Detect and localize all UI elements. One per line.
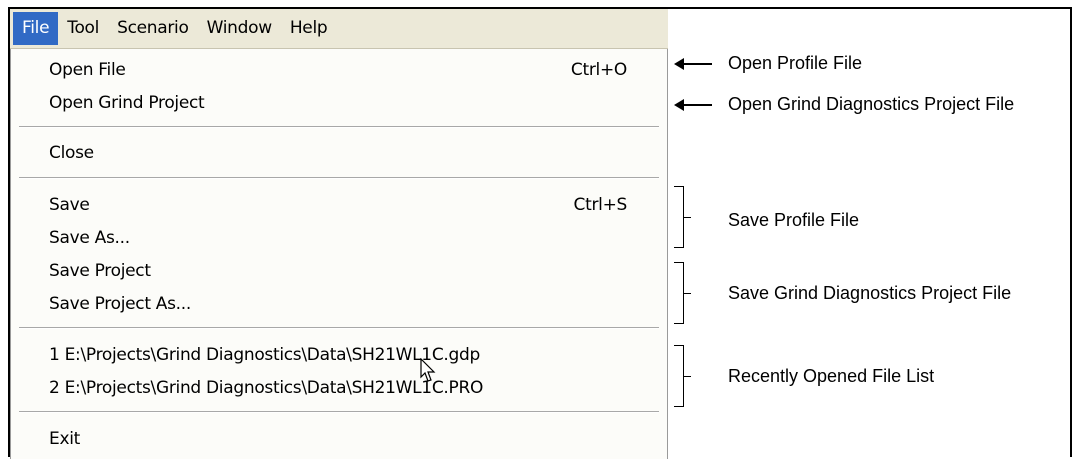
menu-item-save-project[interactable]: Save Project bbox=[49, 256, 627, 286]
open-file-shortcut: Ctrl+O bbox=[570, 60, 627, 80]
menu-window[interactable]: Window bbox=[198, 12, 281, 45]
exit-label: Exit bbox=[49, 429, 80, 449]
annotation-save-profile: Save Profile File bbox=[728, 210, 860, 230]
mouse-cursor-icon bbox=[420, 358, 436, 382]
menu-separator bbox=[19, 126, 659, 128]
annotation-recent-list: Recently Opened File List bbox=[728, 366, 935, 386]
menu-tool[interactable]: Tool bbox=[58, 12, 108, 45]
menu-item-open-file[interactable]: Open File Ctrl+O bbox=[49, 55, 627, 85]
menu-item-save-project-as[interactable]: Save Project As... bbox=[49, 289, 627, 319]
recent-file-1-label: 1 E:\Projects\Grind Diagnostics\Data\SH2… bbox=[49, 345, 480, 365]
recent-file-2-label: 2 E:\Projects\Grind Diagnostics\Data\SH2… bbox=[49, 378, 484, 398]
save-shortcut: Ctrl+S bbox=[573, 195, 628, 215]
menu-separator bbox=[19, 177, 659, 179]
menu-item-save[interactable]: Save Ctrl+S bbox=[49, 190, 627, 220]
left-arrow-icon bbox=[674, 58, 712, 70]
annotation-open-grind-project: Open Grind Diagnostics Project File bbox=[728, 94, 1015, 114]
menu-separator bbox=[19, 327, 659, 329]
close-label: Close bbox=[49, 143, 94, 163]
open-grind-project-label: Open Grind Project bbox=[49, 93, 205, 113]
menu-file[interactable]: File bbox=[13, 12, 59, 45]
annotation-save-grind-project: Save Grind Diagnostics Project File bbox=[728, 283, 1012, 303]
annotation-open-profile: Open Profile File bbox=[728, 53, 863, 73]
menu-bar: File Tool Scenario Window Help bbox=[10, 9, 668, 49]
save-project-as-label: Save Project As... bbox=[49, 294, 191, 314]
save-label: Save bbox=[49, 195, 90, 215]
menu-help[interactable]: Help bbox=[281, 12, 337, 45]
menu-item-close[interactable]: Close bbox=[49, 138, 627, 168]
bracket-save-project bbox=[674, 262, 691, 324]
open-file-label: Open File bbox=[49, 60, 126, 80]
menu-item-open-grind-project[interactable]: Open Grind Project bbox=[49, 88, 627, 118]
bracket-save-profile bbox=[674, 186, 691, 248]
save-project-label: Save Project bbox=[49, 261, 151, 281]
menu-item-recent-1[interactable]: 1 E:\Projects\Grind Diagnostics\Data\SH2… bbox=[49, 340, 627, 370]
save-as-label: Save As... bbox=[49, 228, 130, 248]
menu-item-recent-2[interactable]: 2 E:\Projects\Grind Diagnostics\Data\SH2… bbox=[49, 373, 627, 403]
menu-scenario[interactable]: Scenario bbox=[108, 12, 198, 45]
menu-separator bbox=[19, 411, 659, 413]
menu-item-exit[interactable]: Exit bbox=[49, 424, 627, 454]
menu-item-save-as[interactable]: Save As... bbox=[49, 223, 627, 253]
file-dropdown-menu: Open File Ctrl+O Open Grind Project Clos… bbox=[10, 49, 668, 459]
left-arrow-icon bbox=[674, 99, 712, 111]
bracket-recent-files bbox=[674, 345, 691, 407]
